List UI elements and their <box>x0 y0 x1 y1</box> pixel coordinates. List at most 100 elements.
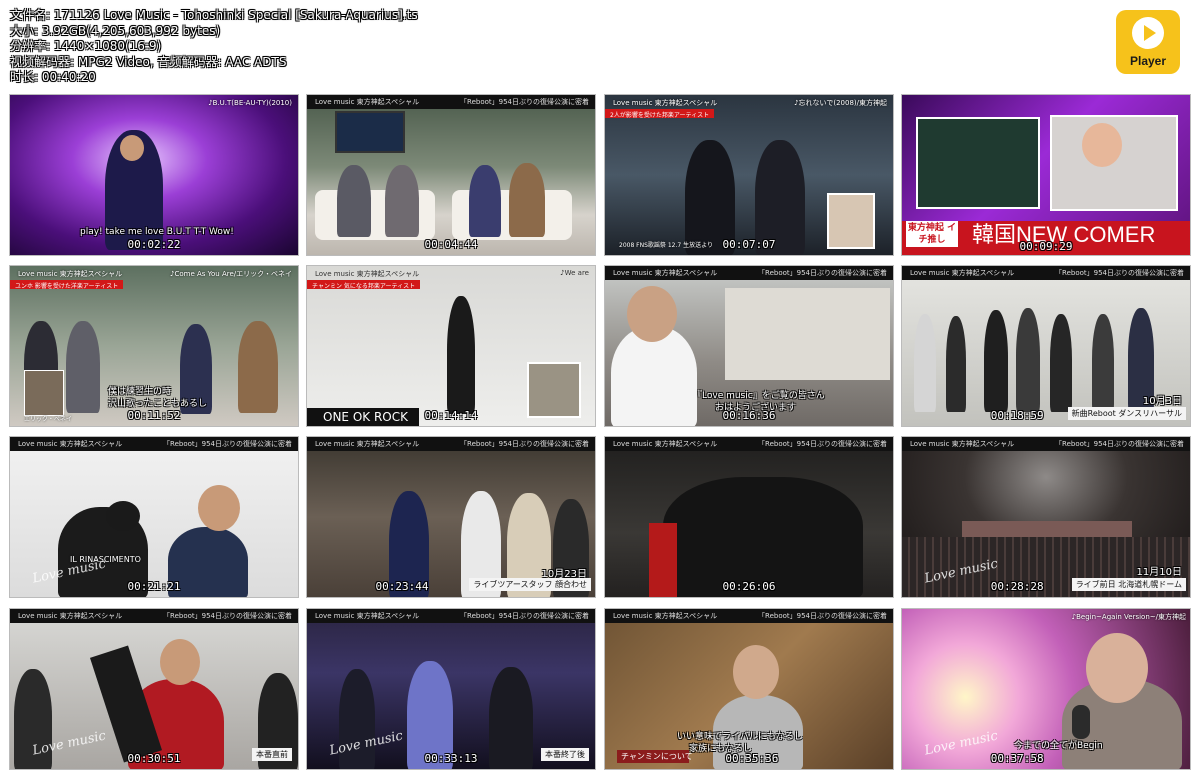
thumbnail-8[interactable]: Love music 東方神起スペシャル 「Reboot」954日ぶりの復帰公演… <box>901 265 1191 427</box>
thumbnail-2[interactable]: Love music 東方神起スペシャル 「Reboot」954日ぶりの復帰公演… <box>306 94 596 256</box>
program-title: Love music 東方神起スペシャル <box>315 98 420 106</box>
timestamp: 00:26:06 <box>722 580 776 593</box>
program-bar: Love music 東方神起スペシャル 「Reboot」954日ぶりの復帰公演… <box>605 437 893 451</box>
player-label: Player <box>1129 54 1167 68</box>
duration: 时长: 00:40:20 <box>10 70 96 84</box>
studio-screen <box>335 111 405 153</box>
building <box>725 288 890 380</box>
thumbnail-12[interactable]: Love music 東方神起スペシャル 「Reboot」954日ぶりの復帰公演… <box>901 436 1191 598</box>
file-size: 大小: 3.92GB(4,205,603,992 bytes) <box>10 23 221 38</box>
date-label: 11月10日 <box>1136 567 1182 578</box>
player-logo[interactable]: Player <box>1116 10 1180 74</box>
thumbnail-9[interactable]: Love music 東方神起スペシャル 「Reboot」954日ぶりの復帰公演… <box>9 436 299 598</box>
dancer-5 <box>1050 314 1072 412</box>
guest-1 <box>337 165 371 237</box>
timestamp: 00:23:44 <box>375 580 429 593</box>
thumbnail-6[interactable]: Love music 東方神起スペシャル ♪We are チャンミン 気になる邦… <box>306 265 596 427</box>
thumbnail-16[interactable]: ♪Begin~Again Version~/東方神起 今までの全てがBegin … <box>901 608 1191 770</box>
dancer-1 <box>914 314 936 412</box>
timestamp: 00:02:22 <box>127 238 181 251</box>
timestamp: 00:04:44 <box>424 238 478 251</box>
program-title: Love music 東方神起スペシャル <box>910 440 1015 448</box>
thumbnail-15[interactable]: Love music 東方神起スペシャル 「Reboot」954日ぶりの復帰公演… <box>604 608 894 770</box>
thumbnail-11[interactable]: Love music 東方神起スペシャル 「Reboot」954日ぶりの復帰公演… <box>604 436 894 598</box>
artist-name: エリック・ベネイ <box>24 416 72 423</box>
timestamp: 00:33:13 <box>424 752 478 765</box>
dancer-3 <box>984 310 1008 412</box>
program-title: Love music 東方神起スペシャル <box>910 269 1015 277</box>
segment-band: 2人が影響を受けた邦楽アーティスト <box>605 109 715 119</box>
segment-band: チャンミン 気になる邦楽アーティスト <box>307 280 421 290</box>
program-title: Love music 東方神起スペシャル <box>613 440 718 448</box>
performer-head <box>1082 123 1122 167</box>
timestamp: 00:28:28 <box>990 580 1044 593</box>
timestamp: 00:21:21 <box>127 580 181 593</box>
file-info: 文件名: 171126 Love Music - Tohoshinki Spec… <box>10 8 418 86</box>
caption-tag: 本番終了後 <box>541 748 589 761</box>
segment-title: 「Reboot」954日ぶりの復帰公演に密着 <box>758 440 887 448</box>
thumbnail-13[interactable]: Love music 東方神起スペシャル 「Reboot」954日ぶりの復帰公演… <box>9 608 299 770</box>
segment-title: 「Reboot」954日ぶりの復帰公演に密着 <box>460 612 589 620</box>
interviewee-head <box>733 645 779 699</box>
song-label: ♪Begin~Again Version~/東方神起 <box>1071 613 1186 621</box>
segment-title: 「Reboot」954日ぶりの復帰公演に密着 <box>1055 269 1184 277</box>
microphone <box>1072 705 1090 739</box>
wipe-inset <box>827 193 875 249</box>
thumbnail-7[interactable]: Love music 東方神起スペシャル 「Reboot」954日ぶりの復帰公演… <box>604 265 894 427</box>
person-back-head <box>106 501 140 531</box>
inset-video-1 <box>916 117 1040 209</box>
artist-photo <box>24 370 64 416</box>
song-label: ♪B.U.T(BE-AU-TY)(2010) <box>208 99 292 107</box>
dancer-4 <box>1016 308 1040 412</box>
timestamp: 00:18:59 <box>990 409 1044 422</box>
timestamp: 00:35:36 <box>725 752 779 765</box>
program-title: Love music 東方神起スペシャル <box>613 612 718 620</box>
program-bar: Love music 東方神起スペシャル 「Reboot」954日ぶりの復帰公演… <box>307 609 595 623</box>
file-name: 文件名: 171126 Love Music - Tohoshinki Spec… <box>10 8 418 22</box>
guest-2 <box>66 321 100 413</box>
performer-head <box>160 639 200 685</box>
lyric-subtitle: 今までの全てがBegin <box>1014 741 1103 751</box>
dancer-2 <box>946 316 966 412</box>
caption-tag: ライブツアースタッフ 顔合わせ <box>469 578 591 591</box>
play-icon <box>1132 17 1164 49</box>
thumbnail-3[interactable]: Love music 東方神起スペシャル ♪忘れないで(2008)/東方神起 2… <box>604 94 894 256</box>
segment-title: 「Reboot」954日ぶりの復帰公演に密着 <box>163 612 292 620</box>
timestamp: 00:11:52 <box>127 409 181 422</box>
segment-title: 「Reboot」954日ぶりの復帰公演に密着 <box>758 612 887 620</box>
thumbnail-5[interactable]: Love music 東方神起スペシャル ♪Come As You Are/エリ… <box>9 265 299 427</box>
program-watermark: Love music <box>923 728 1000 759</box>
program-title: Love music 東方神起スペシャル <box>18 612 123 620</box>
program-title: Love music 東方神起スペシャル <box>613 99 718 107</box>
thumbnail-4[interactable]: 東方神起 イチ推し 韓国NEW COMER 00:09:29 <box>901 94 1191 256</box>
caption-tag: 新曲Reboot ダンスリハーサル <box>1067 407 1186 420</box>
codec-info: 视频解码器: MPG2 Video, 音频解码器: AAC ADTS <box>10 54 287 69</box>
timestamp: 00:07:07 <box>722 238 776 251</box>
program-title: Love music 東方神起スペシャル <box>18 440 123 448</box>
singer-head <box>1086 633 1148 703</box>
performer-head <box>120 135 144 161</box>
host-1 <box>469 165 501 237</box>
segment-title: 「Reboot」954日ぶりの復帰公演に密着 <box>758 269 887 277</box>
segment-title: 「Reboot」954日ぶりの復帰公演に密着 <box>1055 440 1184 448</box>
program-bar: Love music 東方神起スペシャル 「Reboot」954日ぶりの復帰公演… <box>902 266 1190 280</box>
segment-title: 「Reboot」954日ぶりの復帰公演に密着 <box>163 440 292 448</box>
program-bar: Love music 東方神起スペシャル 「Reboot」954日ぶりの復帰公演… <box>307 437 595 451</box>
program-bar: Love music 東方神起スペシャル 「Reboot」954日ぶりの復帰公演… <box>902 437 1190 451</box>
dancer-silhouette <box>447 296 475 414</box>
program-title: Love music 東方神起スペシャル <box>613 269 718 277</box>
broadcast-caption: 2008 FNS歌謡祭 12.7 生放送より <box>619 242 713 249</box>
segment-band: ユンホ 影響を受けた洋楽アーティスト <box>10 280 124 290</box>
wipe-inset <box>527 362 581 418</box>
thumbnail-14[interactable]: Love music 東方神起スペシャル 「Reboot」954日ぶりの復帰公演… <box>306 608 596 770</box>
program-bar: Love music 東方神起スペシャル 「Reboot」954日ぶりの復帰公演… <box>307 95 595 109</box>
program-title: Love music 東方神起スペシャル <box>315 270 420 278</box>
song-label: ♪Come As You Are/エリック・ベネイ <box>170 270 292 278</box>
program-bar: Love music 東方神起スペシャル 「Reboot」954日ぶりの復帰公演… <box>10 437 298 451</box>
performer-3 <box>489 667 533 769</box>
person-laughing-head <box>198 485 240 531</box>
thumbnail-10[interactable]: Love music 東方神起スペシャル 「Reboot」954日ぶりの復帰公演… <box>306 436 596 598</box>
song-label: ♪We are <box>560 269 589 277</box>
thumbnail-1[interactable]: ♪B.U.T(BE-AU-TY)(2010) play! take me lov… <box>9 94 299 256</box>
timestamp: 00:14:14 <box>424 409 478 422</box>
